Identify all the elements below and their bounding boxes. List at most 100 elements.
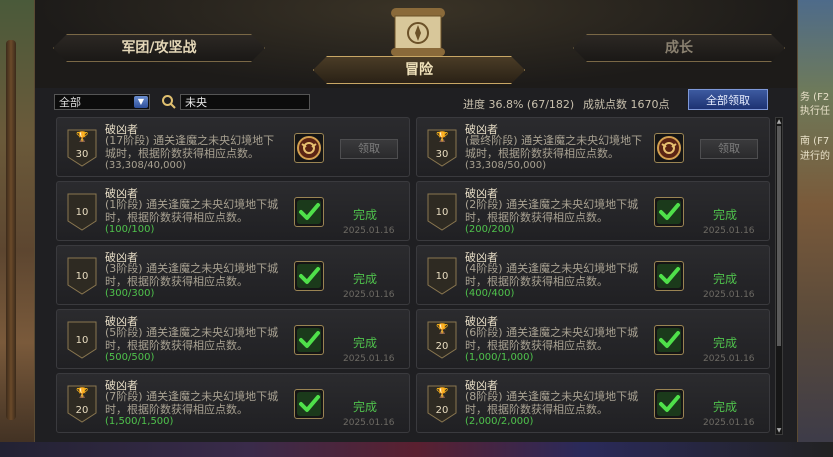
claim-button[interactable]: 领取 bbox=[340, 139, 398, 159]
point-badge: 🏆 20 bbox=[427, 321, 457, 359]
category-select-value: 全部 bbox=[59, 96, 81, 109]
achievement-card: 10 破凶者 (5阶段) 通关逢魔之未央幻境地下城时，根据阶数获得相应点数。 (… bbox=[56, 309, 410, 369]
trophy-icon: 🏆 bbox=[436, 388, 449, 399]
point-badge: 🏆 30 bbox=[427, 129, 457, 167]
achievement-desc: (2阶段) 通关逢魔之未央幻境地下城时，根据阶数获得相应点数。 bbox=[465, 198, 639, 224]
side-quest-text: 进行的 bbox=[800, 151, 830, 162]
trophy-icon: 🏆 bbox=[76, 388, 89, 399]
side-quest-text: 执行任 bbox=[800, 106, 830, 117]
achievement-progress: (2,000/2,000) bbox=[465, 416, 534, 427]
achievement-progress: (200/200) bbox=[465, 224, 515, 235]
complete-status: 完成 bbox=[713, 336, 738, 350]
check-icon[interactable] bbox=[654, 261, 684, 291]
achievement-card: 10 破凶者 (1阶段) 通关逢魔之未央幻境地下城时，根据阶数获得相应点数。 (… bbox=[56, 181, 410, 241]
check-icon[interactable] bbox=[294, 389, 324, 419]
point-value: 10 bbox=[75, 207, 89, 218]
game-background-right bbox=[796, 0, 833, 457]
check-icon[interactable] bbox=[294, 325, 324, 355]
scrollbar[interactable]: ▲ ▼ bbox=[775, 117, 783, 435]
check-icon[interactable] bbox=[654, 197, 684, 227]
chevron-down-icon[interactable]: ▼ bbox=[134, 96, 148, 108]
complete-date: 2025.01.16 bbox=[343, 290, 395, 300]
demon-emblem-icon[interactable] bbox=[654, 133, 684, 163]
point-value: 20 bbox=[435, 341, 449, 352]
achievement-progress: (33,308/40,000) bbox=[105, 160, 187, 171]
complete-status: 完成 bbox=[353, 208, 378, 222]
complete-status: 完成 bbox=[713, 208, 738, 222]
achievement-desc: (4阶段) 通关逢魔之未央幻境地下城时，根据阶数获得相应点数。 bbox=[465, 262, 639, 288]
progress-summary: 进度 36.8% (67/182) bbox=[463, 98, 575, 111]
complete-status: 完成 bbox=[353, 400, 378, 414]
check-icon[interactable] bbox=[294, 197, 324, 227]
tab-adventure[interactable]: 冒险 bbox=[313, 56, 525, 84]
point-value: 20 bbox=[435, 405, 449, 416]
scroll-up-arrow-icon[interactable]: ▲ bbox=[776, 118, 782, 125]
achievement-desc: (17阶段) 通关逢魔之未央幻境地下城时，根据阶数获得相应点数。 bbox=[105, 134, 275, 160]
achievement-progress: (1,000/1,000) bbox=[465, 352, 534, 363]
point-badge: 10 bbox=[427, 257, 457, 295]
point-badge: 10 bbox=[67, 257, 97, 295]
point-badge: 🏆 30 bbox=[67, 129, 97, 167]
achievement-card: 10 破凶者 (3阶段) 通关逢魔之未央幻境地下城时，根据阶数获得相应点数。 (… bbox=[56, 245, 410, 305]
achievement-progress: (300/300) bbox=[105, 288, 155, 299]
search-input[interactable]: 未央 bbox=[180, 94, 310, 110]
complete-date: 2025.01.16 bbox=[343, 226, 395, 236]
complete-status: 完成 bbox=[713, 272, 738, 286]
check-icon[interactable] bbox=[294, 261, 324, 291]
trophy-icon: 🏆 bbox=[436, 132, 449, 143]
check-icon[interactable] bbox=[654, 389, 684, 419]
point-value: 10 bbox=[75, 271, 89, 282]
complete-status: 完成 bbox=[353, 336, 378, 350]
game-background-left bbox=[0, 0, 34, 457]
achievement-card: 10 破凶者 (2阶段) 通关逢魔之未央幻境地下城时，根据阶数获得相应点数。 (… bbox=[416, 181, 770, 241]
achievement-progress: (100/100) bbox=[105, 224, 155, 235]
complete-date: 2025.01.16 bbox=[703, 418, 755, 428]
point-value: 30 bbox=[435, 149, 449, 160]
achievement-progress: (33,308/50,000) bbox=[465, 160, 547, 171]
complete-date: 2025.01.16 bbox=[703, 226, 755, 236]
point-value: 10 bbox=[435, 207, 449, 218]
complete-date: 2025.01.16 bbox=[703, 290, 755, 300]
claim-button[interactable]: 领取 bbox=[700, 139, 758, 159]
achievement-desc: (6阶段) 通关逢魔之未央幻境地下城时，根据阶数获得相应点数。 bbox=[465, 326, 639, 352]
achievement-card: 10 破凶者 (4阶段) 通关逢魔之未央幻境地下城时，根据阶数获得相应点数。 (… bbox=[416, 245, 770, 305]
achievement-progress: (400/400) bbox=[465, 288, 515, 299]
point-badge: 🏆 20 bbox=[67, 385, 97, 423]
achievement-progress: (1,500/1,500) bbox=[105, 416, 174, 427]
achievement-desc: (1阶段) 通关逢魔之未央幻境地下城时，根据阶数获得相应点数。 bbox=[105, 198, 279, 224]
scroll-down-arrow-icon[interactable]: ▼ bbox=[776, 427, 782, 434]
point-value: 10 bbox=[75, 335, 89, 346]
complete-date: 2025.01.16 bbox=[703, 354, 755, 364]
tab-legion[interactable]: 军团/攻坚战 bbox=[53, 34, 265, 62]
achievement-card: 🏆 20 破凶者 (7阶段) 通关逢魔之未央幻境地下城时，根据阶数获得相应点数。… bbox=[56, 373, 410, 433]
achievement-desc: (3阶段) 通关逢魔之未央幻境地下城时，根据阶数获得相应点数。 bbox=[105, 262, 279, 288]
achievement-desc: (8阶段) 通关逢魔之未央幻境地下城时，根据阶数获得相应点数。 bbox=[465, 390, 639, 416]
complete-date: 2025.01.16 bbox=[343, 354, 395, 364]
check-icon[interactable] bbox=[654, 325, 684, 355]
achievement-list: 🏆 30 破凶者 (17阶段) 通关逢魔之未央幻境地下城时，根据阶数获得相应点数… bbox=[53, 115, 773, 437]
complete-status: 完成 bbox=[713, 400, 738, 414]
point-value: 10 bbox=[435, 271, 449, 282]
demon-emblem-icon[interactable] bbox=[294, 133, 324, 163]
achievement-progress: (500/500) bbox=[105, 352, 155, 363]
point-value: 30 bbox=[75, 149, 89, 160]
achievement-desc: (7阶段) 通关逢魔之未央幻境地下城时，根据阶数获得相应点数。 bbox=[105, 390, 279, 416]
achievement-card: 🏆 30 破凶者 (17阶段) 通关逢魔之未央幻境地下城时，根据阶数获得相应点数… bbox=[56, 117, 410, 177]
search-icon bbox=[162, 95, 176, 109]
category-select[interactable]: 全部 ▼ bbox=[54, 94, 150, 110]
tab-growth[interactable]: 成长 bbox=[573, 34, 785, 62]
scroll-thumb[interactable] bbox=[777, 126, 781, 346]
achievement-card: 🏆 30 破凶者 (最终阶段) 通关逢魔之未央幻境地下城时，根据阶数获得相应点数… bbox=[416, 117, 770, 177]
achievement-card: 🏆 20 破凶者 (6阶段) 通关逢魔之未央幻境地下城时，根据阶数获得相应点数。… bbox=[416, 309, 770, 369]
trophy-icon: 🏆 bbox=[436, 324, 449, 335]
game-hotbar bbox=[0, 442, 833, 457]
scroll-emblem-icon bbox=[391, 8, 445, 56]
point-badge: 10 bbox=[67, 321, 97, 359]
achievement-window: 军团/攻坚战 成长 冒险 全部 ▼ 未央 进度 36.8% (67/182) 成… bbox=[34, 0, 798, 442]
complete-date: 2025.01.16 bbox=[343, 418, 395, 428]
achievement-desc: (最终阶段) 通关逢魔之未央幻境地下城时，根据阶数获得相应点数。 bbox=[465, 134, 643, 160]
point-badge: 10 bbox=[427, 193, 457, 231]
side-quest-text: 南 (F7 bbox=[800, 136, 830, 147]
point-badge: 🏆 20 bbox=[427, 385, 457, 423]
claim-all-button[interactable]: 全部领取 bbox=[688, 89, 768, 110]
